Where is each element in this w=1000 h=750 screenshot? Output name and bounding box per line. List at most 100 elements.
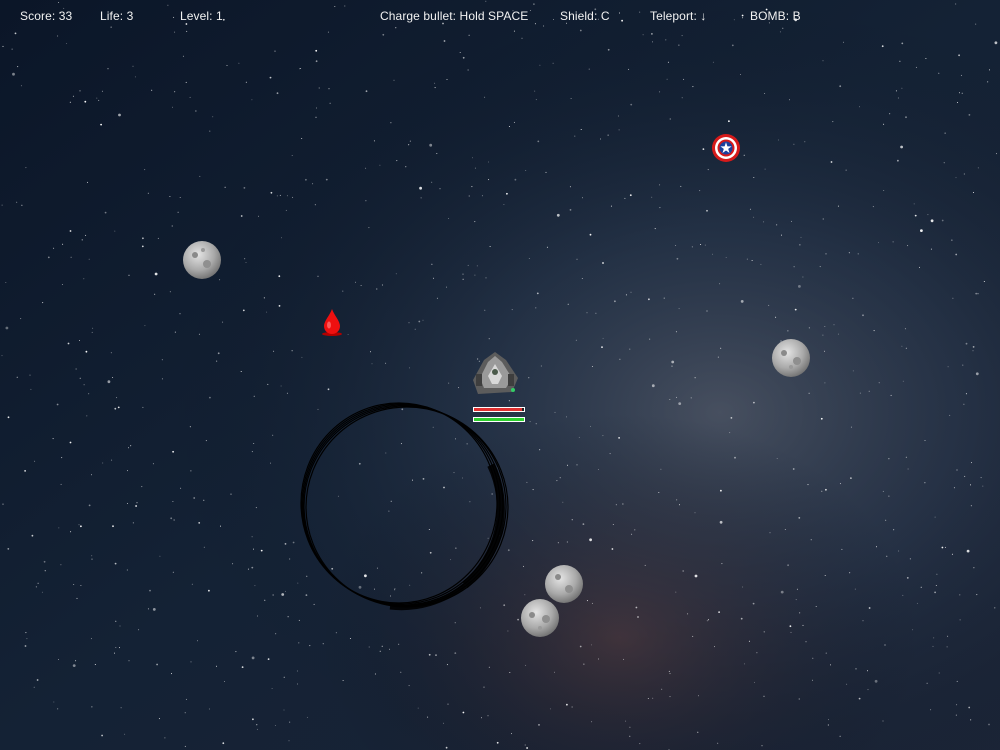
star	[298, 619, 300, 621]
star	[100, 123, 102, 126]
star	[317, 275, 319, 277]
star	[102, 462, 104, 464]
star	[959, 92, 960, 94]
star	[208, 708, 210, 710]
star	[913, 203, 915, 205]
star	[300, 68, 302, 69]
star	[270, 462, 271, 464]
star	[147, 608, 149, 610]
star	[58, 527, 60, 529]
star	[161, 359, 163, 361]
player-health-bar	[473, 407, 525, 412]
star	[31, 534, 34, 537]
star	[946, 646, 948, 648]
star	[764, 93, 766, 94]
star	[649, 338, 651, 340]
star	[591, 602, 593, 604]
star	[61, 457, 63, 459]
star	[57, 35, 59, 37]
star	[539, 64, 541, 66]
star	[276, 195, 278, 197]
star	[848, 252, 850, 254]
star	[446, 79, 448, 80]
star	[720, 489, 722, 492]
star	[390, 122, 392, 124]
star	[618, 437, 620, 439]
star	[62, 243, 64, 245]
star	[408, 322, 410, 324]
star	[901, 42, 904, 45]
star	[679, 504, 680, 506]
star	[134, 76, 136, 78]
star	[76, 597, 78, 599]
star	[429, 143, 433, 147]
star	[96, 97, 98, 99]
star	[567, 464, 568, 466]
star	[589, 233, 592, 236]
star	[665, 39, 667, 41]
asteroid-icon	[521, 599, 559, 637]
star	[532, 540, 534, 542]
star	[906, 577, 909, 579]
star	[198, 333, 200, 335]
star	[681, 35, 683, 37]
star	[873, 330, 875, 332]
star	[462, 278, 464, 280]
star	[694, 512, 696, 514]
star	[676, 257, 679, 260]
star	[185, 81, 187, 83]
life-label: Life: 3	[100, 9, 134, 23]
star	[170, 517, 173, 520]
star	[25, 632, 27, 634]
star	[374, 673, 376, 675]
star	[868, 607, 871, 609]
star	[973, 567, 975, 569]
star	[83, 278, 85, 280]
star	[462, 56, 465, 59]
star	[652, 41, 653, 43]
star	[972, 350, 974, 352]
star	[660, 468, 662, 470]
star	[70, 531, 72, 533]
star	[385, 362, 387, 364]
star	[279, 194, 281, 196]
star	[525, 170, 527, 171]
star	[874, 679, 878, 683]
star	[315, 60, 318, 63]
charge-bullet-hint: Charge bullet: Hold SPACE	[380, 9, 529, 23]
star	[753, 216, 755, 218]
star	[850, 426, 852, 428]
star	[190, 661, 192, 663]
star	[328, 88, 330, 90]
star	[790, 631, 792, 633]
star	[258, 215, 259, 217]
star	[955, 253, 958, 256]
star	[60, 564, 62, 566]
star	[75, 660, 77, 662]
star	[628, 68, 630, 70]
star	[315, 116, 317, 118]
star	[837, 333, 839, 335]
star	[446, 286, 447, 288]
star	[941, 546, 944, 549]
star	[528, 258, 530, 259]
star	[591, 366, 593, 367]
star	[859, 392, 861, 394]
star	[322, 643, 324, 645]
star	[446, 664, 448, 666]
star	[243, 187, 246, 189]
star	[91, 474, 92, 476]
star	[301, 138, 303, 139]
star	[434, 82, 436, 84]
star	[242, 309, 245, 312]
star	[760, 263, 762, 265]
star	[462, 711, 465, 714]
star	[756, 652, 758, 654]
star	[314, 204, 316, 206]
star	[631, 533, 633, 535]
star	[119, 625, 121, 627]
star	[209, 130, 211, 132]
star	[488, 666, 490, 668]
star	[186, 30, 188, 32]
star	[781, 234, 782, 236]
